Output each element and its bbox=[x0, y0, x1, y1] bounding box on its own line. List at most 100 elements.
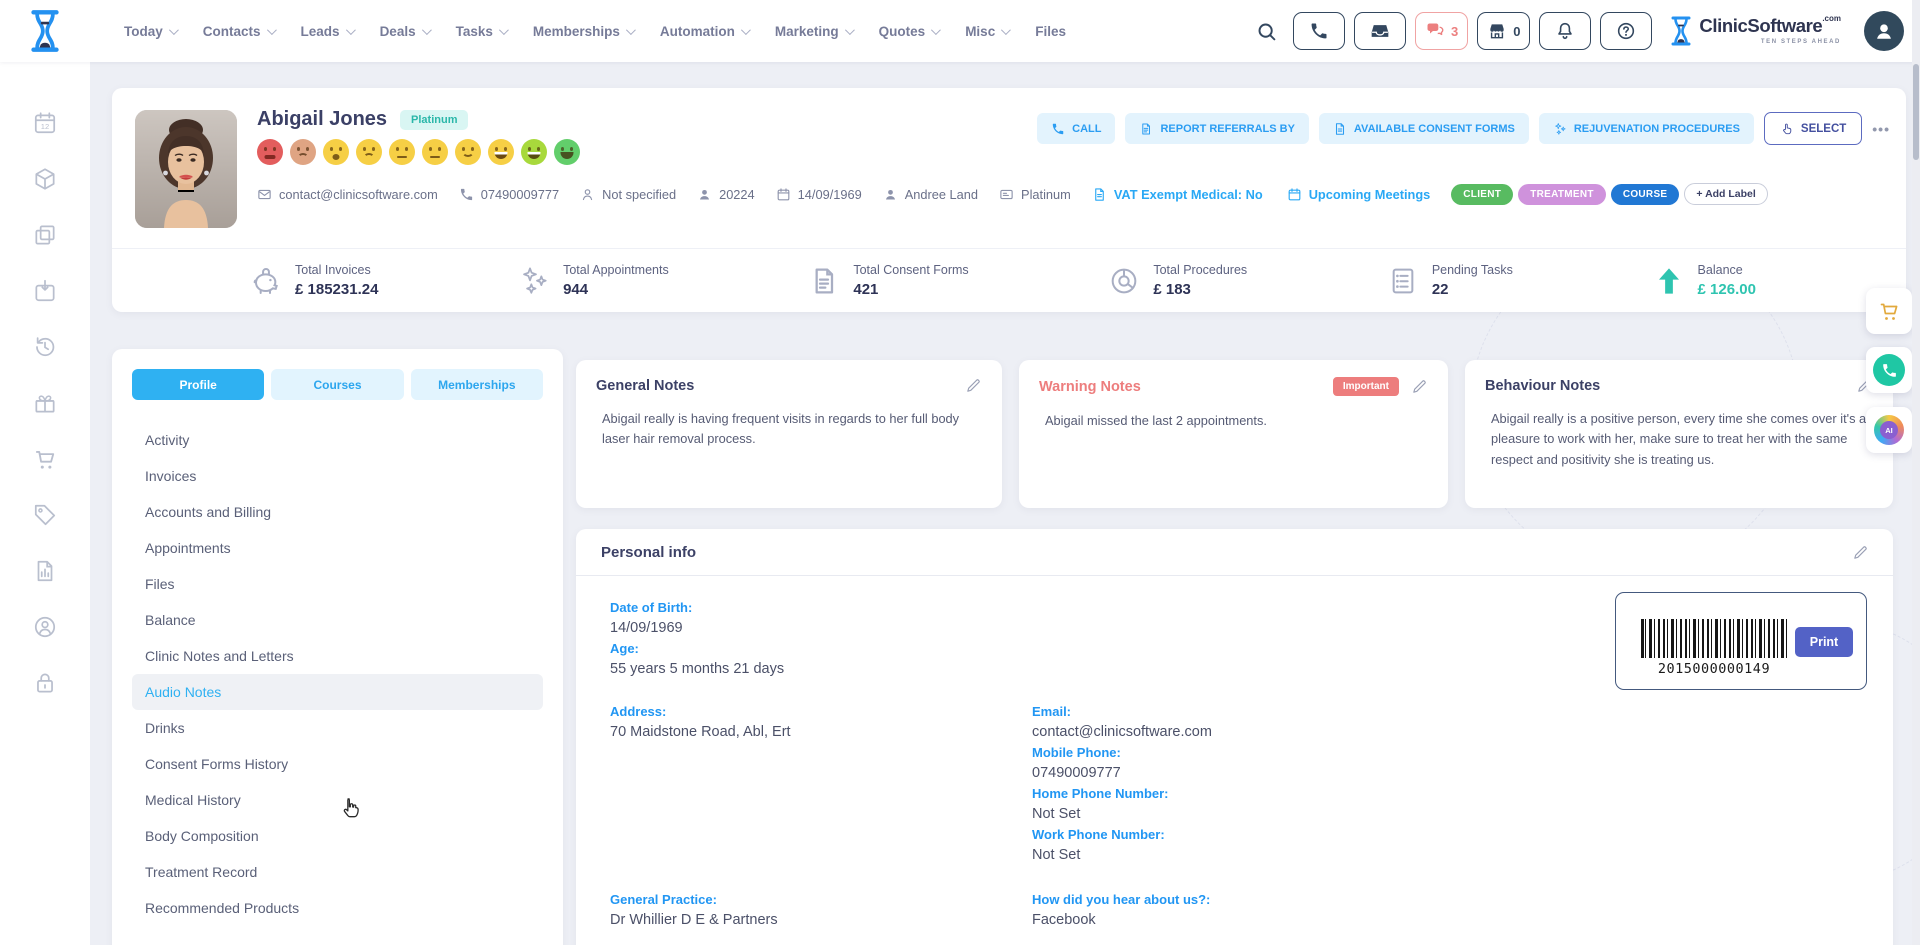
vat-exempt-link[interactable]: VAT Exempt Medical: No bbox=[1092, 187, 1263, 202]
stat-value: 944 bbox=[563, 281, 669, 298]
sidebar-item-drinks[interactable]: Drinks bbox=[132, 710, 543, 746]
stat-icon bbox=[1387, 265, 1419, 297]
stat-item: Total Appointments 944 bbox=[518, 263, 669, 298]
sidebar-item-files[interactable]: Files bbox=[132, 566, 543, 602]
nav-item-memberships[interactable]: Memberships bbox=[533, 24, 633, 39]
dialer-button[interactable] bbox=[1293, 12, 1345, 50]
rejuvenation-procedures-button[interactable]: REJUVENATION PROCEDURES bbox=[1539, 113, 1754, 144]
mood-face[interactable] bbox=[521, 139, 547, 165]
field-label: Home Phone Number: bbox=[1032, 786, 1893, 801]
scrollbar-thumb[interactable] bbox=[1913, 64, 1919, 160]
info-field: General Practice: Dr Whillier D E & Part… bbox=[610, 892, 1032, 929]
sidebar-item-balance[interactable]: Balance bbox=[132, 602, 543, 638]
sidebar-item-clinic-notes[interactable]: Clinic Notes and Letters bbox=[132, 638, 543, 674]
badge-count: 0 bbox=[1513, 24, 1520, 39]
mood-face[interactable] bbox=[422, 139, 448, 165]
calendar-import-icon[interactable] bbox=[32, 278, 58, 304]
store-button[interactable]: 0 bbox=[1477, 12, 1530, 50]
tab-courses[interactable]: Courses bbox=[271, 369, 403, 400]
more-actions-button[interactable]: ••• bbox=[1872, 121, 1890, 137]
nav-item-leads[interactable]: Leads bbox=[301, 24, 353, 39]
label-pill[interactable]: TREATMENT bbox=[1518, 184, 1606, 205]
sidebar-item-medical-history[interactable]: Medical History bbox=[132, 782, 543, 818]
cart-icon[interactable] bbox=[32, 446, 58, 472]
search-icon[interactable] bbox=[1256, 21, 1277, 42]
edit-pencil-icon[interactable] bbox=[1852, 544, 1869, 561]
inbox-button[interactable] bbox=[1354, 12, 1406, 50]
label-pill[interactable]: CLIENT bbox=[1451, 184, 1513, 205]
help-button[interactable] bbox=[1600, 12, 1652, 50]
report-referrals-button[interactable]: REPORT REFERRALS BY bbox=[1125, 113, 1308, 144]
notifications-button[interactable] bbox=[1539, 12, 1591, 50]
messages-button[interactable]: 3 bbox=[1415, 12, 1468, 50]
history-icon[interactable] bbox=[32, 334, 58, 360]
mood-face[interactable] bbox=[488, 139, 514, 165]
user-avatar[interactable] bbox=[1864, 11, 1904, 51]
package-icon[interactable] bbox=[32, 166, 58, 192]
pages-icon[interactable] bbox=[32, 222, 58, 248]
nav-item-marketing[interactable]: Marketing bbox=[775, 24, 852, 39]
lock-icon[interactable] bbox=[32, 670, 58, 696]
upcoming-meetings-link[interactable]: Upcoming Meetings bbox=[1287, 187, 1431, 202]
sidebar-item-recommended-products[interactable]: Recommended Products bbox=[132, 890, 543, 926]
app-logo-hourglass-icon[interactable] bbox=[24, 8, 66, 54]
sidebar-item-accounts-billing[interactable]: Accounts and Billing bbox=[132, 494, 543, 530]
info-field: How did you hear about us?: Facebook bbox=[1032, 892, 1893, 929]
stat-label: Total Appointments bbox=[563, 263, 669, 277]
sidebar-item-activity[interactable]: Activity bbox=[132, 422, 543, 458]
mood-face[interactable] bbox=[389, 139, 415, 165]
sidebar-item-treatment-record[interactable]: Treatment Record bbox=[132, 854, 543, 890]
price-tag-icon[interactable] bbox=[32, 502, 58, 528]
quick-cart-button[interactable] bbox=[1866, 288, 1912, 334]
client-summary-card: Abigail Jones Platinum contact@clinicsof… bbox=[112, 88, 1906, 312]
nav-item-files[interactable]: Files bbox=[1035, 24, 1066, 39]
add-label-button[interactable]: + Add Label bbox=[1684, 183, 1767, 205]
nav-item-automation[interactable]: Automation bbox=[660, 24, 748, 39]
contact-item: 14/09/1969 bbox=[776, 187, 862, 202]
sidebar-item-audio-notes[interactable]: Audio Notes bbox=[132, 674, 543, 710]
calendar-icon[interactable] bbox=[32, 110, 58, 136]
mood-face[interactable] bbox=[554, 139, 580, 165]
tab-profile[interactable]: Profile bbox=[132, 369, 264, 400]
chevron-down-icon bbox=[931, 25, 941, 35]
nav-item-today[interactable]: Today bbox=[124, 24, 176, 39]
mood-face[interactable] bbox=[257, 139, 283, 165]
quick-call-button[interactable] bbox=[1866, 347, 1912, 393]
label-pill[interactable]: COURSE bbox=[1611, 184, 1680, 205]
print-button[interactable]: Print bbox=[1795, 627, 1853, 657]
note-body: Abigail really is a positive person, eve… bbox=[1485, 409, 1873, 470]
mood-face[interactable] bbox=[455, 139, 481, 165]
report-icon[interactable] bbox=[32, 558, 58, 584]
info-field: Email: contact@clinicsoftware.com bbox=[1032, 704, 1893, 741]
field-value: Not Set bbox=[1032, 847, 1893, 864]
nav-item-contacts[interactable]: Contacts bbox=[203, 24, 274, 39]
sidebar-item-body-composition[interactable]: Body Composition bbox=[132, 818, 543, 854]
nav-item-deals[interactable]: Deals bbox=[380, 24, 429, 39]
nav-item-tasks[interactable]: Tasks bbox=[456, 24, 506, 39]
personal-info-card: Personal info Date of Birth: 14/09/1969 … bbox=[576, 529, 1893, 945]
header-button-icon bbox=[1616, 21, 1636, 41]
user-session-icon[interactable] bbox=[32, 614, 58, 640]
consent-forms-button[interactable]: AVAILABLE CONSENT FORMS bbox=[1319, 113, 1529, 144]
info-field: Work Phone Number: Not Set bbox=[1032, 827, 1893, 864]
edit-pencil-icon[interactable] bbox=[1411, 378, 1428, 395]
call-button[interactable]: CALL bbox=[1037, 113, 1115, 144]
mood-face[interactable] bbox=[323, 139, 349, 165]
mood-face[interactable] bbox=[356, 139, 382, 165]
select-button[interactable]: SELECT bbox=[1764, 112, 1862, 145]
client-barcode-box: 2015000000149 Print bbox=[1615, 592, 1867, 690]
sidebar-item-appointments[interactable]: Appointments bbox=[132, 530, 543, 566]
stat-label: Pending Tasks bbox=[1432, 263, 1513, 277]
gift-icon[interactable] bbox=[32, 390, 58, 416]
edit-pencil-icon[interactable] bbox=[965, 377, 982, 394]
nav-item-misc[interactable]: Misc bbox=[965, 24, 1008, 39]
tab-memberships[interactable]: Memberships bbox=[411, 369, 543, 400]
contact-item-icon bbox=[883, 187, 898, 202]
nav-item-quotes[interactable]: Quotes bbox=[879, 24, 939, 39]
contact-item: contact@clinicsoftware.com bbox=[257, 187, 438, 202]
brand-logo[interactable]: ClinicSoftware .com TEN STEPS AHEAD bbox=[1669, 14, 1841, 48]
quick-ai-button[interactable]: AI bbox=[1866, 407, 1912, 453]
sidebar-item-invoices[interactable]: Invoices bbox=[132, 458, 543, 494]
mood-face[interactable] bbox=[290, 139, 316, 165]
sidebar-item-consent-history[interactable]: Consent Forms History bbox=[132, 746, 543, 782]
